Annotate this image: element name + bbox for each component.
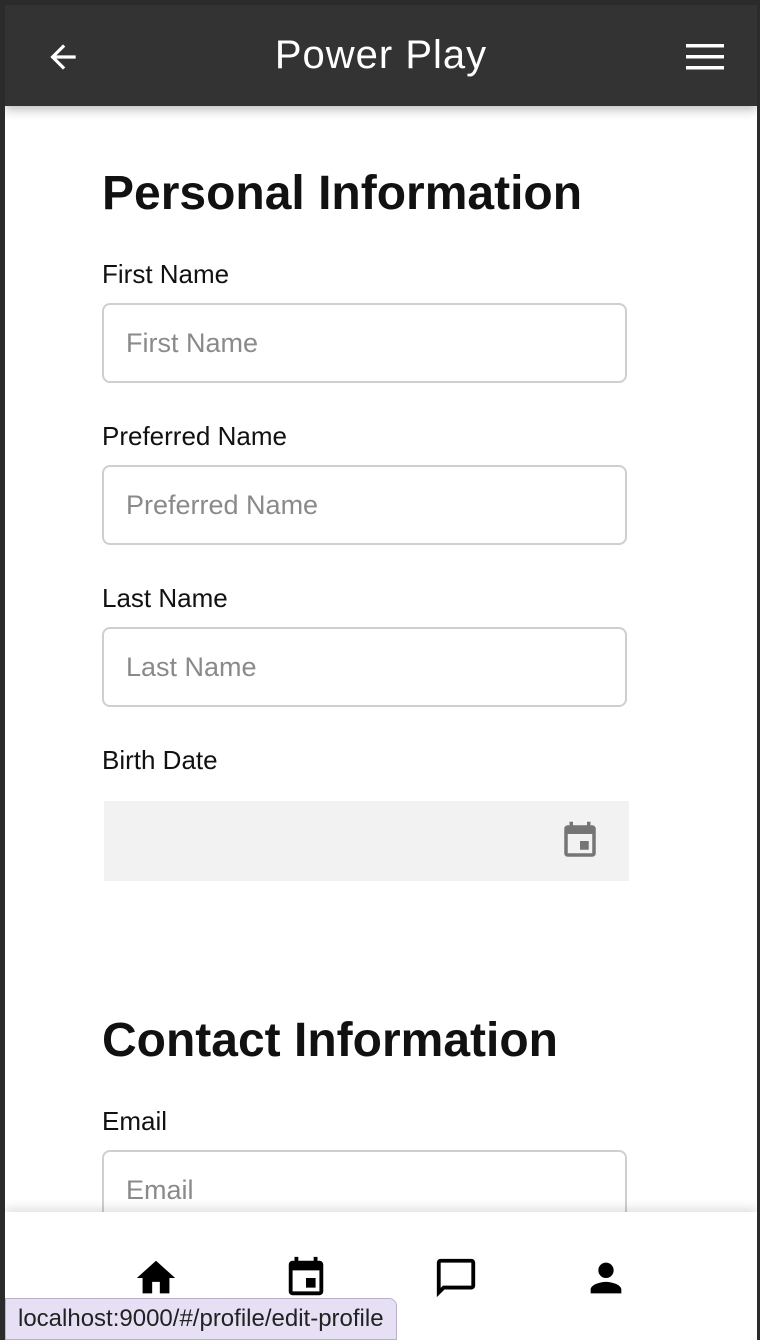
home-icon [136,1260,176,1294]
nav-home-button[interactable] [132,1254,180,1302]
contact-information-heading: Contact Information [102,1014,558,1067]
nav-calendar-button[interactable] [282,1254,330,1302]
calendar-event-icon [288,1256,324,1296]
nav-profile-button[interactable] [582,1254,630,1302]
person-icon [590,1262,622,1294]
hamburger-menu-icon [686,44,724,70]
email-label: Email [102,1106,168,1136]
chat-icon [436,1258,476,1298]
calendar-icon[interactable] [559,820,601,862]
app-title: Power Play [274,33,488,77]
birth-date-label: Birth Date [102,745,218,775]
birth-date-input[interactable] [104,801,629,881]
preferred-name-label: Preferred Name [102,421,287,451]
edit-profile-form[interactable]: Personal Information First Name Preferre… [5,106,757,1212]
last-name-label: Last Name [102,583,228,613]
personal-information-heading: Personal Information [102,167,583,220]
app-bar: Power Play [5,5,757,106]
first-name-input[interactable] [102,303,627,383]
last-name-input[interactable] [102,627,627,707]
app-window: Power Play Personal Information First Na… [5,5,757,1340]
preferred-name-input[interactable] [102,465,627,545]
menu-button[interactable] [683,37,727,77]
status-bar-url: localhost:9000/#/profile/edit-profile [5,1298,397,1340]
email-input[interactable] [102,1150,627,1212]
nav-messages-button[interactable] [432,1254,480,1302]
first-name-label: First Name [102,259,230,289]
